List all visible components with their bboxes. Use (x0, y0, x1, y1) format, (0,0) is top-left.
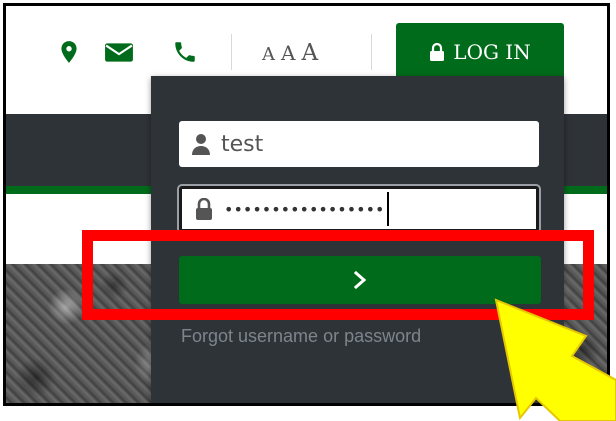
login-tab[interactable]: LOG IN (396, 23, 564, 81)
forgot-credentials-link[interactable]: Forgot username or password (181, 326, 561, 347)
username-value: test (221, 131, 264, 157)
phone-icon[interactable] (172, 39, 198, 65)
text-size-large[interactable]: A (301, 40, 320, 66)
text-size-medium[interactable]: A (281, 41, 297, 65)
user-icon (192, 134, 210, 155)
lock-icon (430, 43, 445, 61)
screenshot-frame: AAA LOG IN test ••••••••••••••••• Forgot… (3, 3, 610, 406)
login-tab-label: LOG IN (453, 40, 531, 64)
divider (231, 34, 232, 70)
text-size-small[interactable]: A (262, 44, 277, 65)
text-size-controls: AAA (262, 40, 324, 66)
lock-icon (196, 198, 212, 220)
map-marker-icon[interactable] (56, 39, 82, 65)
highlight-rectangle (82, 230, 594, 320)
password-mask: ••••••••••••••••• (224, 199, 385, 219)
text-cursor (387, 192, 390, 226)
divider (371, 34, 372, 70)
envelope-icon[interactable] (104, 39, 134, 65)
username-field[interactable]: test (179, 121, 539, 167)
utility-bar: AAA LOG IN (6, 6, 607, 81)
password-field[interactable]: ••••••••••••••••• (179, 186, 539, 232)
